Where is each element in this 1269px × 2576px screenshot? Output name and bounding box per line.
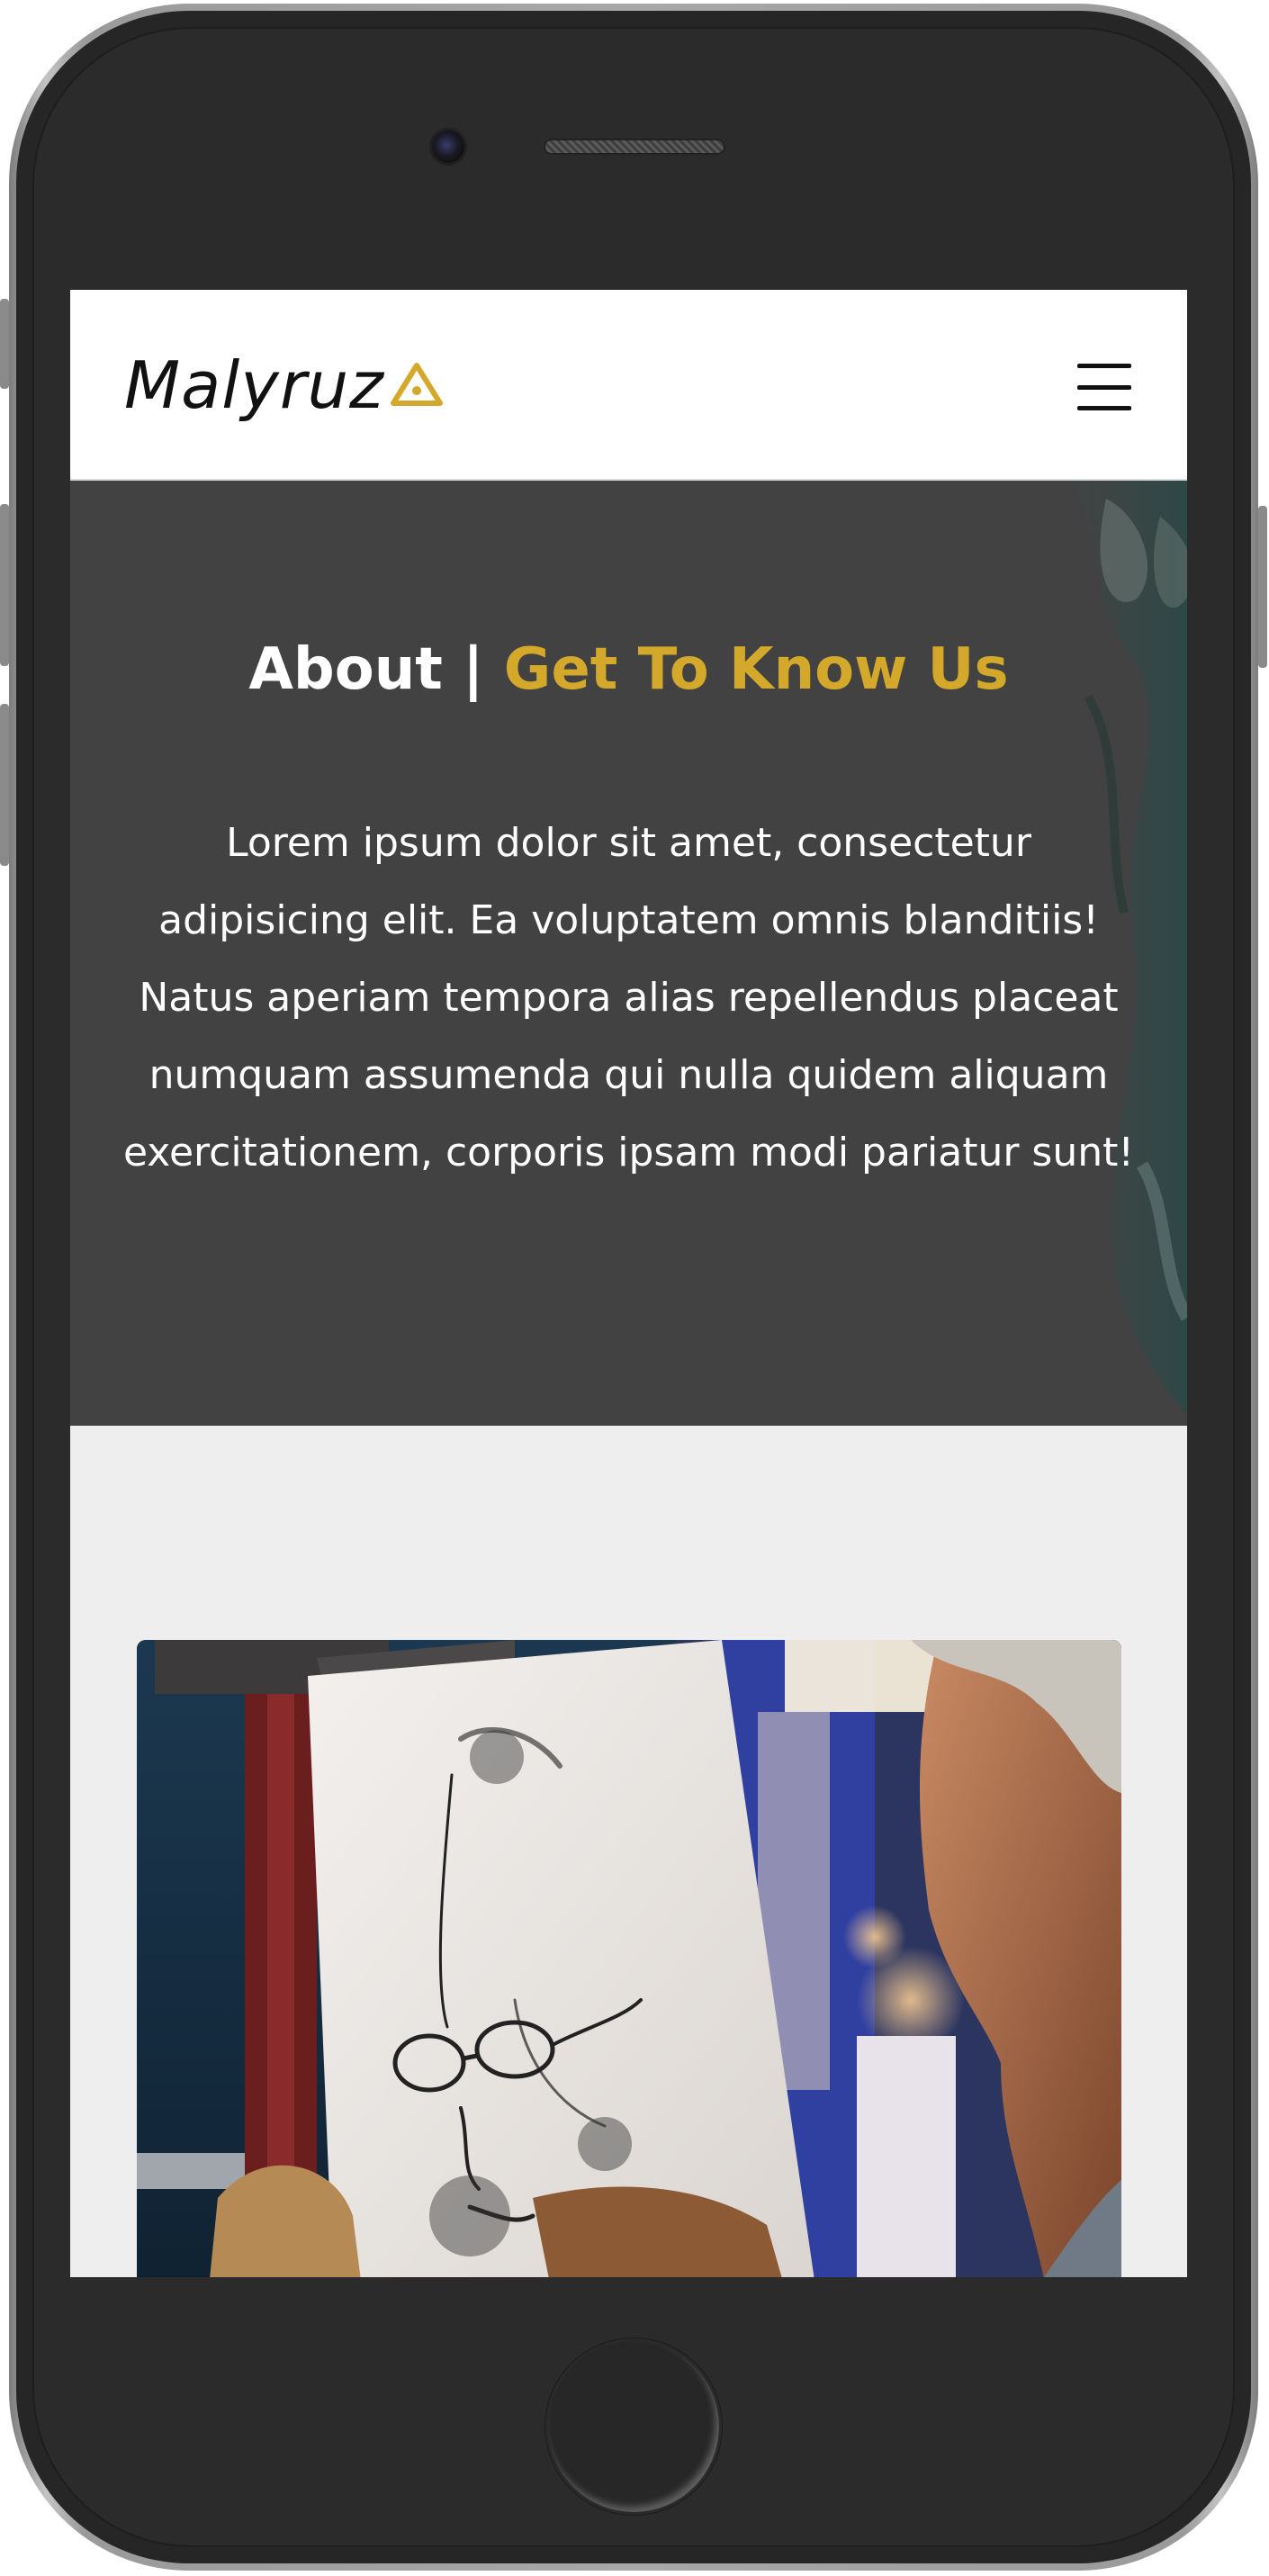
hero-description: Lorem ipsum dolor sit amet, consectetur … <box>122 820 1135 1175</box>
volume-down-button <box>0 704 9 866</box>
about-hero: About | Get To Know Us Lorem ipsum dolor… <box>70 481 1187 1426</box>
power-button <box>1258 506 1267 668</box>
title-main: About <box>248 636 443 703</box>
artist-sketching-photo <box>137 1640 1121 2277</box>
menu-line <box>1077 384 1131 390</box>
silent-switch <box>0 299 9 389</box>
volume-up-button <box>0 504 9 666</box>
hero-title: About | Get To Know Us <box>70 634 1187 706</box>
earpiece-speaker <box>544 139 725 155</box>
logo-text: Malyruz <box>124 347 384 423</box>
menu-line <box>1077 406 1131 410</box>
title-accent: Get To Know Us <box>503 636 1009 703</box>
hamburger-menu-icon[interactable] <box>1077 364 1131 410</box>
menu-line <box>1077 364 1131 368</box>
navbar: Malyruz <box>70 290 1187 481</box>
triangle-logo-icon <box>390 362 444 410</box>
home-button[interactable] <box>545 2338 722 2515</box>
front-camera <box>432 131 464 163</box>
title-separator: | <box>442 636 504 703</box>
brand-logo[interactable]: Malyruz <box>124 349 444 421</box>
phone-screen: Malyruz About | Get To Know Us Lorem ips… <box>70 290 1187 2277</box>
